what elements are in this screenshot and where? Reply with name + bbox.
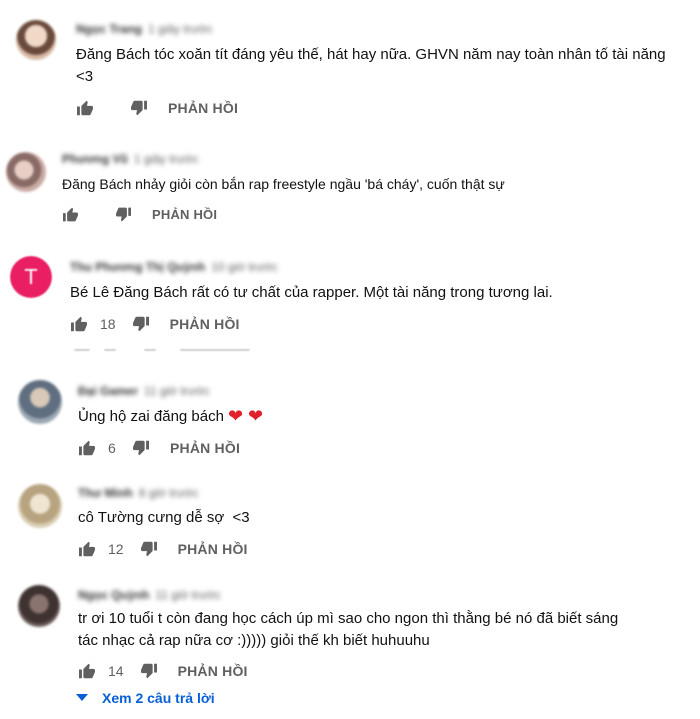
avatar[interactable] bbox=[18, 380, 62, 424]
comment-meta: Phương Vũ 1 giây trước bbox=[62, 152, 198, 166]
reply-button[interactable]: PHẢN HỒI bbox=[168, 100, 238, 116]
timestamp[interactable]: 1 giây trước bbox=[148, 22, 213, 36]
comment-actions: 6 PHẢN HỒI bbox=[78, 437, 240, 459]
author-name[interactable]: Đại Gamer bbox=[78, 384, 138, 398]
thumb-up-icon[interactable] bbox=[62, 207, 79, 222]
comment-text: Đăng Bách nhảy giỏi còn bắn rap freestyl… bbox=[62, 176, 505, 192]
comment-text: Bé Lê Đăng Bách rất có tư chất của rappe… bbox=[70, 284, 553, 301]
view-replies-button[interactable]: Xem 2 câu trả lời bbox=[76, 690, 215, 706]
comment-actions: 12 PHẢN HỒI bbox=[78, 538, 248, 560]
like-count: 18 bbox=[100, 316, 116, 332]
thumb-up-icon[interactable] bbox=[78, 663, 96, 679]
thumb-down-icon[interactable] bbox=[140, 541, 158, 557]
comment-meta: Thư Minh 8 giờ trước bbox=[78, 486, 198, 500]
avatar[interactable] bbox=[18, 585, 60, 627]
reply-button[interactable]: PHẢN HỒI bbox=[170, 316, 240, 332]
timestamp[interactable]: 10 giờ trước bbox=[211, 260, 277, 274]
timestamp[interactable]: 11 giờ trước bbox=[144, 384, 210, 398]
timestamp[interactable]: 8 giờ trước bbox=[139, 486, 199, 500]
view-replies-label: Xem 2 câu trả lời bbox=[102, 690, 215, 706]
comment-meta: Ngọc Trang 1 giây trước bbox=[76, 22, 213, 36]
timestamp[interactable]: 11 giờ trước bbox=[155, 588, 221, 602]
comment-meta: Thu Phương Thị Quỳnh 10 giờ trước bbox=[70, 260, 278, 274]
thumb-up-icon[interactable] bbox=[76, 100, 94, 116]
avatar[interactable] bbox=[18, 484, 62, 528]
like-count: 14 bbox=[108, 663, 124, 679]
author-name[interactable]: Thư Minh bbox=[78, 486, 133, 500]
comment-text-body: Ủng hộ zai đăng bách bbox=[78, 408, 224, 425]
reply-button[interactable]: PHẢN HỒI bbox=[152, 207, 217, 222]
thumb-up-icon[interactable] bbox=[70, 316, 88, 332]
avatar-letter: T bbox=[24, 265, 38, 289]
comment-actions: PHẢN HỒI bbox=[76, 97, 238, 119]
thumb-up-icon[interactable] bbox=[78, 440, 96, 456]
timestamp[interactable]: 1 giây trước bbox=[134, 152, 199, 166]
avatar[interactable]: T bbox=[10, 256, 52, 298]
like-count: 12 bbox=[108, 541, 124, 557]
heart-emoji: ❤ ❤ bbox=[227, 406, 264, 426]
comment-actions: PHẢN HỒI bbox=[62, 203, 217, 225]
author-name[interactable]: Phương Vũ bbox=[62, 152, 128, 166]
author-name[interactable]: Ngọc Quỳnh bbox=[78, 588, 149, 602]
comment-text: Ủng hộ zai đăng bách ❤ ❤ bbox=[78, 405, 678, 428]
caret-down-icon bbox=[76, 694, 88, 702]
avatar[interactable] bbox=[16, 20, 56, 60]
reply-button[interactable]: PHẢN HỒI bbox=[178, 541, 248, 557]
author-name[interactable]: Ngọc Trang bbox=[76, 22, 142, 36]
comment-text: cô Tường cưng dễ sợ <3 bbox=[78, 509, 250, 526]
comment-actions: 18 PHẢN HỒI bbox=[70, 313, 240, 335]
comment-meta: Đại Gamer 11 giờ trước bbox=[78, 384, 210, 398]
thumb-down-icon[interactable] bbox=[115, 207, 132, 222]
thumb-down-icon[interactable] bbox=[132, 440, 150, 456]
comment-text: Đăng Bách tóc xoăn tít đáng yêu thế, hát… bbox=[76, 46, 666, 85]
like-count: 6 bbox=[108, 440, 116, 456]
thumb-down-icon[interactable] bbox=[130, 100, 148, 116]
comment-meta: Ngọc Quỳnh 11 giờ trước bbox=[78, 588, 221, 602]
reply-button[interactable]: PHẢN HỒI bbox=[170, 440, 240, 456]
avatar[interactable] bbox=[6, 152, 46, 192]
author-name[interactable]: Thu Phương Thị Quỳnh bbox=[70, 260, 205, 274]
thumb-down-icon[interactable] bbox=[140, 663, 158, 679]
comment-actions: 14 PHẢN HỒI bbox=[78, 660, 248, 682]
comment-text: tr ơi 10 tuổi t còn đang học cách úp mì … bbox=[78, 610, 619, 649]
reply-button[interactable]: PHẢN HỒI bbox=[178, 663, 248, 679]
cropped-row-edge bbox=[64, 349, 264, 355]
thumb-up-icon[interactable] bbox=[78, 541, 96, 557]
thumb-down-icon[interactable] bbox=[132, 316, 150, 332]
